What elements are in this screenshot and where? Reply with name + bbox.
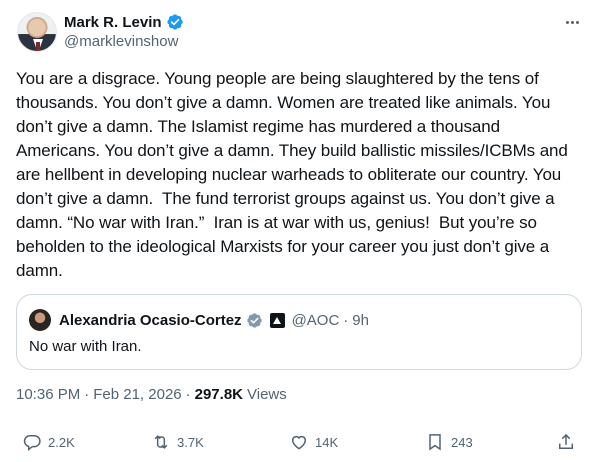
share-button[interactable]	[556, 432, 576, 452]
quoted-separator: ·	[343, 311, 349, 329]
bookmark-count: 243	[451, 434, 473, 450]
repost-button[interactable]: 3.7K	[151, 432, 204, 452]
meta-separator: ·	[84, 386, 90, 403]
bookmark-button[interactable]: 243	[425, 432, 473, 452]
author-handle[interactable]: @marklevinshow	[64, 33, 178, 50]
author-name-row: Mark R. Levin	[64, 13, 184, 31]
quoted-timestamp: 9h	[352, 311, 369, 329]
quoted-author-handle: @AOC	[291, 311, 340, 329]
views-count: 297.8K	[194, 386, 243, 403]
views-label: Views	[247, 386, 287, 403]
reply-button[interactable]: 2.2K	[22, 432, 75, 452]
verified-badge-icon	[166, 14, 183, 30]
quoted-tweet-header: Alexandria Ocasio-Cortez @AOC · 9h	[29, 309, 369, 331]
like-count: 14K	[315, 434, 339, 450]
bookmark-icon	[429, 434, 441, 451]
tweet-metadata: 10:36 PM · Feb 21, 2026 · 297.8K Views	[16, 386, 287, 403]
quoted-tweet-text: No war with Iran.	[29, 338, 142, 355]
quoted-tweet[interactable]: Alexandria Ocasio-Cortez @AOC · 9h No wa…	[16, 294, 582, 370]
tweet-time[interactable]: 10:36 PM	[16, 386, 80, 403]
quoted-author-name: Alexandria Ocasio-Cortez	[59, 311, 242, 329]
more-options-icon[interactable]	[561, 14, 583, 30]
tweet-text: You are a disgrace. Young people are bei…	[16, 69, 573, 280]
like-button[interactable]: 14K	[289, 432, 338, 452]
reply-icon	[23, 435, 41, 452]
share-icon	[559, 433, 573, 449]
author-display-name[interactable]: Mark R. Levin	[64, 14, 162, 31]
heart-icon	[292, 435, 306, 450]
meta-separator: ·	[185, 386, 191, 403]
author-avatar[interactable]	[17, 12, 57, 52]
repost-count: 3.7K	[177, 434, 204, 450]
tweet-date[interactable]: Feb 21, 2026	[93, 386, 181, 403]
quoted-author-avatar	[29, 309, 51, 331]
action-bar: 2.2K 3.7K 14K 243	[0, 432, 598, 456]
gov-verified-badge-icon	[246, 312, 262, 328]
avatar-tie	[36, 42, 40, 51]
reply-count: 2.2K	[48, 434, 75, 450]
government-affiliation-icon	[269, 312, 285, 328]
repost-icon	[154, 435, 168, 449]
